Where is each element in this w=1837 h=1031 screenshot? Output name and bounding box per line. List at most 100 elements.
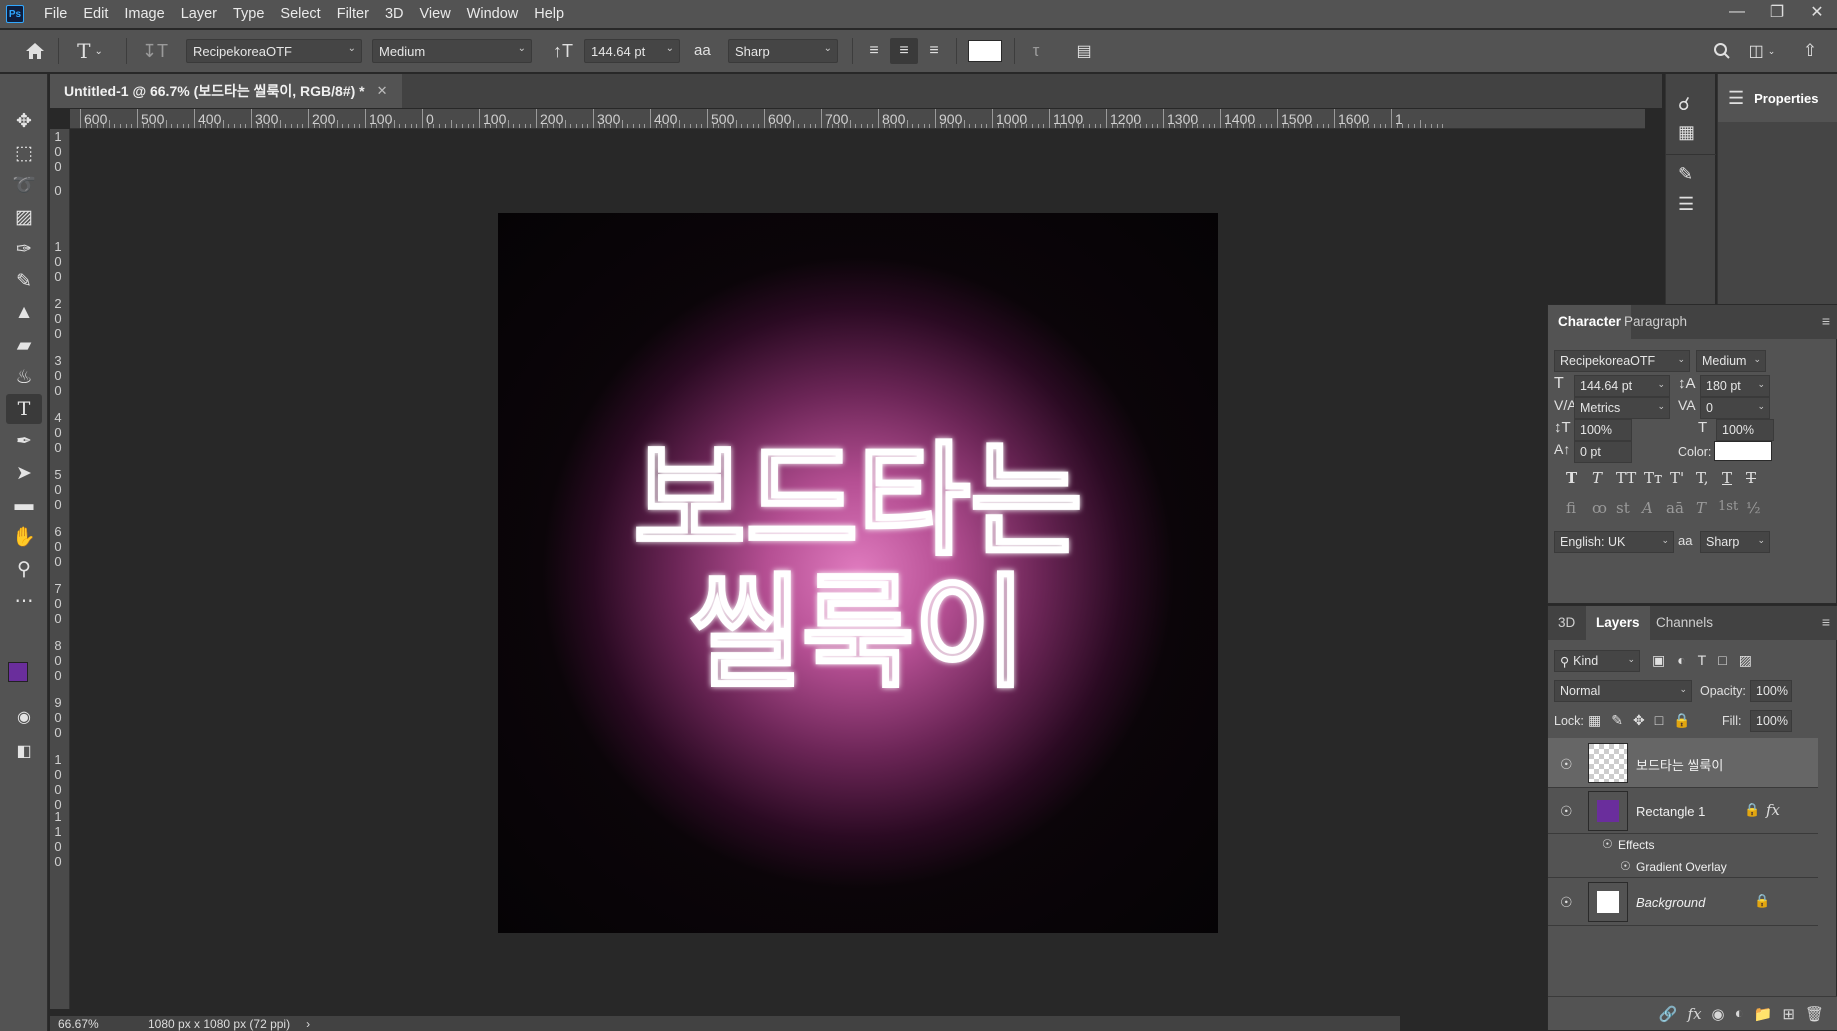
- effects-row[interactable]: ☉ Effects: [1548, 834, 1818, 856]
- layer-row-background[interactable]: ☉ Background 🔒: [1548, 878, 1818, 926]
- toggle-orientation-icon[interactable]: ↧T: [140, 38, 170, 64]
- grid-icon[interactable]: ▦: [1678, 122, 1695, 143]
- align-center-icon[interactable]: ≡: [890, 38, 918, 64]
- char-font-style[interactable]: Medium ⌄: [1696, 350, 1766, 372]
- superscript-button[interactable]: T': [1670, 469, 1684, 487]
- menu-select[interactable]: Select: [272, 0, 328, 28]
- blend-mode-select[interactable]: Normal ⌄: [1554, 680, 1692, 702]
- all-caps-button[interactable]: TT: [1616, 469, 1636, 487]
- eraser-tool-icon[interactable]: ▰: [6, 330, 42, 360]
- new-layer-icon[interactable]: ⊞: [1782, 1005, 1795, 1023]
- fx-icon[interactable]: fx: [1766, 801, 1780, 819]
- char-tracking[interactable]: 0 ⌄: [1700, 397, 1770, 419]
- lasso-tool-icon[interactable]: ➰: [6, 170, 42, 200]
- rectangle-tool-icon[interactable]: ▬: [6, 490, 42, 520]
- menu-help[interactable]: Help: [526, 0, 572, 28]
- layer-filter-select[interactable]: ⚲ Kind ⌄: [1554, 650, 1640, 672]
- zoom-tool-icon[interactable]: ⚲: [6, 554, 42, 584]
- align-right-icon[interactable]: ≡: [920, 38, 948, 64]
- type-tool-icon[interactable]: T: [6, 394, 42, 424]
- adjustments-icon[interactable]: ☰: [1678, 194, 1694, 215]
- char-leading[interactable]: 180 pt ⌄: [1700, 375, 1770, 397]
- brush-settings-icon[interactable]: ✎: [1678, 164, 1693, 185]
- stylistic-alternates-button[interactable]: aā: [1666, 499, 1684, 517]
- foreground-color-swatch[interactable]: [8, 662, 28, 682]
- char-horizontal-scale[interactable]: 100%: [1716, 419, 1774, 441]
- layer-name[interactable]: 보드타는 씰룩이: [1636, 755, 1723, 774]
- antialias-select[interactable]: Sharp ⌄: [728, 39, 838, 63]
- link-layers-icon[interactable]: 🔗: [1659, 1005, 1678, 1023]
- menu-type[interactable]: Type: [225, 0, 272, 28]
- menu-filter[interactable]: Filter: [329, 0, 377, 28]
- path-selection-tool-icon[interactable]: ➤: [6, 458, 42, 488]
- tab-channels[interactable]: Channels: [1646, 606, 1723, 640]
- faux-italic-button[interactable]: T: [1592, 469, 1602, 487]
- ligatures-button[interactable]: fi: [1566, 499, 1576, 517]
- char-font-family[interactable]: RecipekoreaOTF ⌄: [1554, 350, 1690, 372]
- layer-filter-icons[interactable]: ▣◐T□▨: [1652, 652, 1764, 669]
- brush-tool-icon[interactable]: ✎: [6, 266, 42, 296]
- menu-3d[interactable]: 3D: [377, 0, 412, 28]
- layer-name[interactable]: Background: [1636, 895, 1705, 910]
- minimize-icon[interactable]: —: [1717, 0, 1757, 24]
- canvas-text-layer[interactable]: 보드타는 씰룩이: [498, 213, 1218, 933]
- properties-tab[interactable]: ☰ Properties: [1718, 74, 1837, 122]
- underline-button[interactable]: T: [1722, 469, 1732, 487]
- marquee-tool-icon[interactable]: ⬚: [6, 138, 42, 168]
- char-antialias[interactable]: Sharp ⌄: [1700, 531, 1770, 553]
- add-mask-icon[interactable]: ◉: [1712, 1005, 1725, 1023]
- small-caps-button[interactable]: Tт: [1644, 469, 1662, 487]
- char-size[interactable]: 144.64 pt ⌄: [1574, 375, 1670, 397]
- new-group-icon[interactable]: 📁: [1754, 1005, 1773, 1023]
- layer-name[interactable]: Rectangle 1: [1636, 804, 1705, 819]
- menu-layer[interactable]: Layer: [173, 0, 225, 28]
- hand-tool-icon[interactable]: ✋: [6, 522, 42, 552]
- language-select[interactable]: English: UK ⌄: [1554, 531, 1674, 553]
- gradient-overlay-eye-icon[interactable]: ☉: [1620, 859, 1631, 873]
- gradient-overlay-row[interactable]: ☉ Gradient Overlay: [1548, 856, 1818, 878]
- document-canvas[interactable]: 보드타는 씰룩이: [498, 213, 1218, 933]
- titling-button[interactable]: T: [1696, 499, 1706, 517]
- visibility-eye-icon[interactable]: ☉: [1560, 894, 1573, 911]
- effects-eye-icon[interactable]: ☉: [1602, 837, 1613, 851]
- adjustment-layer-icon[interactable]: ◐: [1735, 1005, 1744, 1022]
- swash-button[interactable]: A: [1642, 499, 1653, 517]
- char-vertical-scale[interactable]: 100%: [1574, 419, 1632, 441]
- type-tool-preset-icon[interactable]: T ⌄: [72, 38, 108, 64]
- eyedropper-tool-icon[interactable]: ✑: [6, 234, 42, 264]
- char-baseline-shift[interactable]: 0 pt: [1574, 441, 1632, 463]
- status-chevron-icon[interactable]: ›: [306, 1017, 310, 1031]
- lock-icons[interactable]: ▦✎✥□🔒: [1588, 712, 1701, 729]
- menu-file[interactable]: File: [36, 0, 75, 28]
- workspace-icon[interactable]: ◫ ⌄: [1742, 38, 1782, 64]
- add-style-icon[interactable]: fx: [1688, 1005, 1702, 1023]
- fill-input[interactable]: 100%: [1750, 710, 1792, 732]
- more-tools-icon[interactable]: ⋯: [6, 586, 42, 616]
- old-style-button[interactable]: ꝏ: [1592, 499, 1607, 517]
- move-tool-icon[interactable]: ✥: [6, 106, 42, 136]
- tab-paragraph[interactable]: Paragraph: [1614, 305, 1697, 339]
- menu-window[interactable]: Window: [459, 0, 527, 28]
- visibility-eye-icon[interactable]: ☉: [1560, 756, 1573, 773]
- menu-edit[interactable]: Edit: [75, 0, 116, 28]
- share-icon[interactable]: ⇧: [1796, 38, 1824, 64]
- strikethrough-button[interactable]: T: [1746, 469, 1756, 487]
- delete-layer-icon[interactable]: 🗑: [1805, 1005, 1824, 1023]
- layers-menu-icon[interactable]: ≡: [1822, 614, 1830, 630]
- fractions-button[interactable]: ½: [1746, 499, 1761, 517]
- menu-view[interactable]: View: [412, 0, 459, 28]
- layer-row-text[interactable]: ☉ 보드타는 씰룩이: [1548, 738, 1818, 788]
- stamp-tool-icon[interactable]: ▲: [6, 298, 42, 328]
- tab-3d[interactable]: 3D: [1548, 606, 1585, 640]
- tab-layers[interactable]: Layers: [1586, 606, 1650, 640]
- subscript-button[interactable]: T,: [1696, 469, 1709, 487]
- char-kerning[interactable]: Metrics ⌄: [1574, 397, 1670, 419]
- zoom-level[interactable]: 66.67%: [58, 1017, 128, 1031]
- font-size-input[interactable]: 144.64 pt ⌄: [584, 39, 680, 63]
- ordinals-button[interactable]: 1st: [1718, 499, 1738, 514]
- char-color-swatch[interactable]: [1714, 441, 1772, 461]
- font-family-select[interactable]: RecipekoreaOTF ⌄: [186, 39, 362, 63]
- layer-row-rectangle[interactable]: ☉ Rectangle 1 🔒 fx: [1548, 788, 1818, 834]
- align-left-icon[interactable]: ≡: [860, 38, 888, 64]
- close-tab-icon[interactable]: ✕: [377, 83, 388, 99]
